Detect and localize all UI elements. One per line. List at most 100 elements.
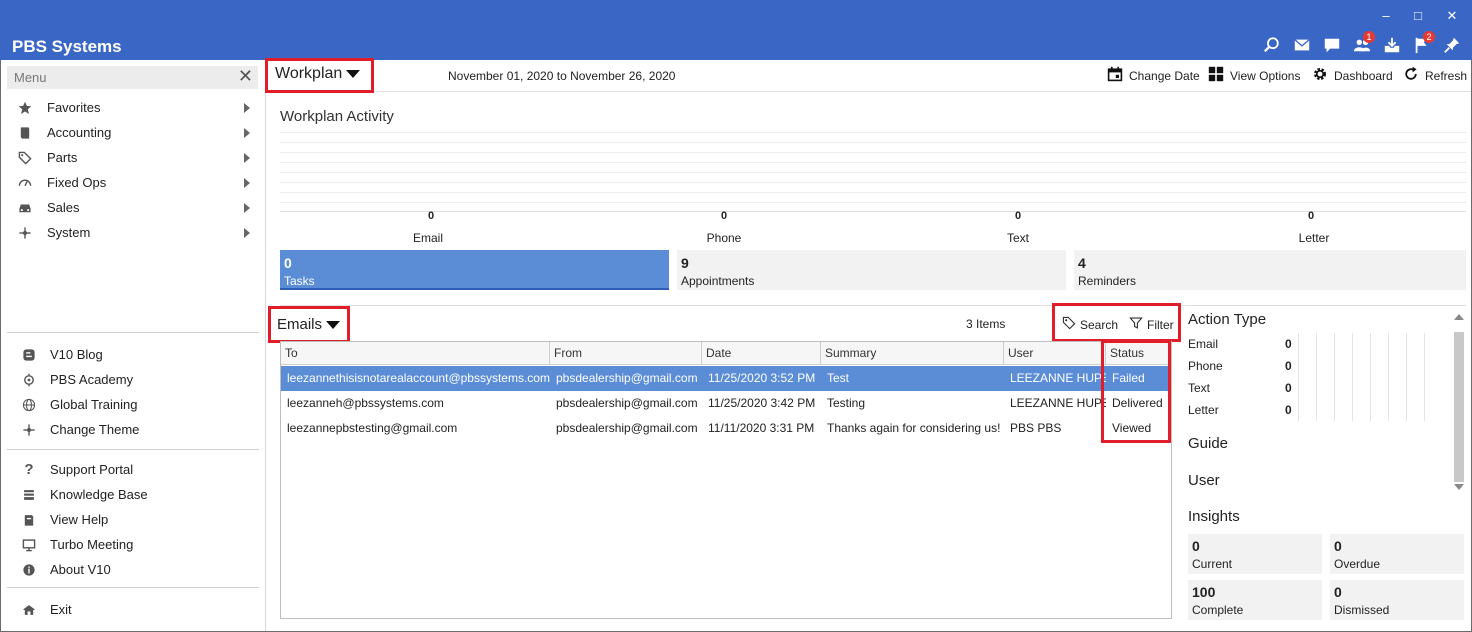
help-icon: [21, 512, 37, 528]
pin-icon[interactable]: [1440, 34, 1464, 56]
insights-title: Insights: [1188, 508, 1240, 525]
sidebar-item-system[interactable]: System: [1, 220, 266, 245]
mail-icon[interactable]: [1290, 34, 1314, 56]
sidebar-link-pbs-academy[interactable]: PBS Academy: [1, 367, 266, 392]
change-date-button[interactable]: Change Date: [1107, 66, 1200, 85]
view-options-label: View Options: [1230, 68, 1301, 83]
cell-user: LEEZANNE HUPE: [1010, 371, 1106, 385]
search-label: Search: [1080, 317, 1119, 332]
date-range: November 01, 2020 to November 26, 2020: [448, 69, 676, 83]
minimize-button[interactable]: –: [1378, 8, 1394, 23]
search-button[interactable]: Search: [1062, 316, 1118, 333]
caret-down-icon: [346, 70, 361, 78]
sidebar-link-turbo-meeting[interactable]: Turbo Meeting: [1, 532, 266, 557]
cell-date: 11/25/2020 3:42 PM: [708, 396, 816, 410]
column-header-date[interactable]: Date: [702, 342, 821, 365]
blogger-icon: [21, 347, 37, 363]
dashboard-button[interactable]: Dashboard: [1312, 66, 1393, 85]
menu-search-box[interactable]: Menu ✕: [7, 66, 258, 89]
sidebar-item-parts[interactable]: Parts: [1, 145, 266, 170]
refresh-button[interactable]: Refresh: [1403, 66, 1467, 85]
calendar-icon: [1107, 66, 1123, 85]
cell-to: leezannethisisnotarealaccount@pbssystems…: [287, 371, 550, 385]
column-header-from[interactable]: From: [550, 342, 702, 365]
insight-label: Overdue: [1334, 557, 1381, 571]
insight-value: 100: [1192, 584, 1216, 600]
close-window-button[interactable]: ✕: [1444, 8, 1460, 24]
sidebar-link-label: V10 Blog: [50, 347, 103, 362]
scroll-down-icon[interactable]: [1454, 484, 1464, 490]
letter-count: 0: [1307, 210, 1315, 222]
sidebar-link-label: Knowledge Base: [50, 487, 148, 502]
chevron-right-icon: [244, 177, 250, 188]
action-type-value: 0: [1285, 403, 1292, 417]
sidebar-divider: [7, 449, 259, 450]
menu-placeholder: Menu: [14, 70, 47, 85]
column-header-to[interactable]: To: [281, 342, 550, 365]
email-count: 0: [427, 210, 435, 222]
sidebar-link-change-theme[interactable]: Change Theme: [1, 417, 266, 442]
exit-icon: [21, 602, 37, 618]
view-options-button[interactable]: View Options: [1208, 66, 1300, 85]
cell-summary: Test: [827, 371, 850, 385]
cell-from: pbsdealership@gmail.com: [556, 371, 698, 385]
right-panel-scrollbar[interactable]: [1452, 312, 1466, 492]
sidebar-item-favorites[interactable]: Favorites: [1, 95, 266, 120]
insight-value: 0: [1334, 538, 1342, 554]
insight-complete-tile[interactable]: 100 Complete: [1188, 580, 1322, 620]
close-icon[interactable]: ✕: [238, 66, 253, 87]
table-row[interactable]: leezannethisisnotarealaccount@pbssystems…: [281, 366, 1171, 391]
tag-search-icon: [1062, 316, 1076, 333]
insight-label: Complete: [1192, 603, 1244, 617]
sidebar-link-exit[interactable]: Exit: [1, 597, 266, 622]
column-header-summary[interactable]: Summary: [821, 342, 1004, 365]
emails-dropdown[interactable]: Emails: [277, 316, 341, 333]
caret-down-icon: [326, 320, 341, 329]
search-icon[interactable]: [1260, 34, 1284, 56]
people-icon[interactable]: 1: [1350, 31, 1375, 56]
table-row[interactable]: leezanneh@pbssystems.com pbsdealership@g…: [281, 391, 1171, 416]
insight-overdue-tile[interactable]: 0 Overdue: [1330, 534, 1464, 574]
reminders-tile[interactable]: 4 Reminders: [1074, 250, 1466, 290]
knowledge-icon: [21, 487, 37, 503]
sidebar-link-v10-blog[interactable]: V10 Blog: [1, 342, 266, 367]
insight-dismissed-tile[interactable]: 0 Dismissed: [1330, 580, 1464, 620]
column-header-user[interactable]: User: [1004, 342, 1106, 365]
table-row[interactable]: leezannepbstesting@gmail.com pbsdealersh…: [281, 416, 1171, 441]
insight-value: 0: [1334, 584, 1342, 600]
scroll-thumb[interactable]: [1454, 332, 1464, 482]
sidebar-item-label: Parts: [47, 150, 78, 165]
action-type-value: 0: [1285, 381, 1292, 395]
appointments-tile[interactable]: 9 Appointments: [677, 250, 1066, 290]
guide-title: Guide: [1188, 435, 1229, 452]
tasks-tile[interactable]: 0 Tasks: [280, 250, 669, 290]
tasks-label: Tasks: [284, 274, 315, 288]
filter-button[interactable]: Filter: [1129, 316, 1174, 333]
cell-date: 11/11/2020 3:31 PM: [708, 421, 815, 435]
sidebar-item-accounting[interactable]: Accounting: [1, 120, 266, 145]
action-type-row: Letter 0: [1188, 399, 1448, 421]
sidebar-link-about-v10[interactable]: About V10: [1, 557, 266, 582]
chat-icon[interactable]: [1320, 34, 1344, 56]
insight-current-tile[interactable]: 0 Current: [1188, 534, 1322, 574]
sidebar-link-global-training[interactable]: Global Training: [1, 392, 266, 417]
cell-to: leezanneh@pbssystems.com: [287, 396, 444, 410]
sidebar-link-support-portal[interactable]: ? Support Portal: [1, 457, 266, 482]
emails-label: Emails: [277, 316, 323, 333]
sidebar-item-sales[interactable]: Sales: [1, 195, 266, 220]
filter-icon: [1129, 316, 1143, 333]
flag-icon[interactable]: 2: [1410, 31, 1435, 56]
action-type-value: 0: [1285, 337, 1292, 351]
inbox-download-icon[interactable]: [1380, 34, 1404, 56]
reminders-label: Reminders: [1078, 274, 1137, 288]
scroll-up-icon[interactable]: [1454, 314, 1464, 320]
dashboard-label: Dashboard: [1334, 68, 1393, 83]
maximize-button[interactable]: □: [1410, 8, 1426, 23]
sidebar-item-label: Sales: [47, 200, 80, 215]
sidebar-item-fixed-ops[interactable]: Fixed Ops: [1, 170, 266, 195]
cell-to: leezannepbstesting@gmail.com: [287, 421, 458, 435]
sidebar-link-view-help[interactable]: View Help: [1, 507, 266, 532]
sidebar-link-knowledge-base[interactable]: Knowledge Base: [1, 482, 266, 507]
sidebar-link-label: Global Training: [50, 397, 138, 412]
workplan-dropdown[interactable]: Workplan: [275, 65, 361, 83]
